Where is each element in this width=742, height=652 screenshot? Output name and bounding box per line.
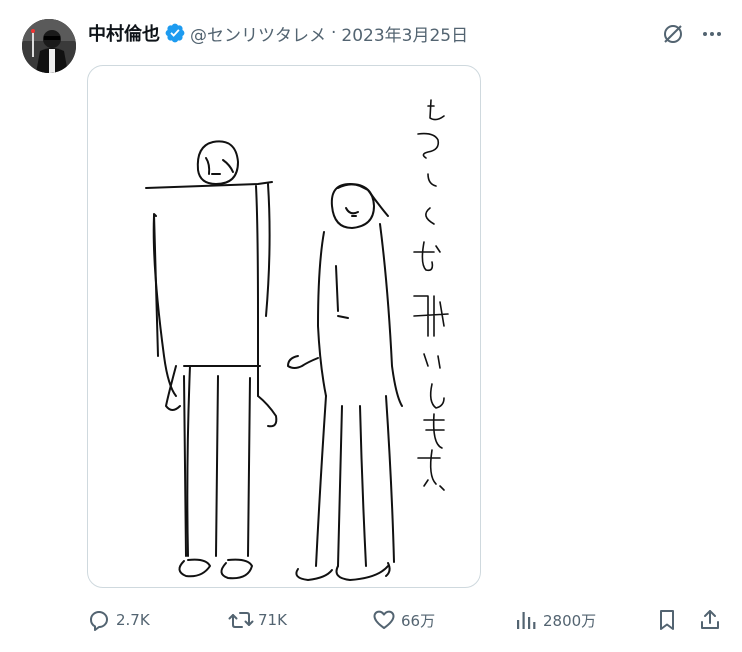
more-icon[interactable] <box>698 21 726 47</box>
like-count: 66万 <box>401 611 436 630</box>
view-count: 2800万 <box>543 611 597 630</box>
retweet-count: 71K <box>258 611 287 629</box>
tweet-image[interactable] <box>87 65 481 588</box>
retweet-icon <box>228 607 254 633</box>
like-button[interactable]: 66万 <box>371 604 435 636</box>
drawing-illustration <box>145 99 449 581</box>
views-button[interactable]: 2800万 <box>513 604 596 636</box>
avatar[interactable] <box>22 19 76 73</box>
grok-icon[interactable] <box>660 21 686 47</box>
handwritten-message <box>413 99 449 491</box>
tweet: 中村倫也 @センリツタレメ · 2023年3月25日 2.7K 71K 66万 … <box>0 0 742 652</box>
action-bar: 2.7K 71K 66万 2800万 <box>0 604 742 636</box>
reply-count: 2.7K <box>116 611 150 629</box>
views-icon <box>513 607 539 633</box>
retweet-button[interactable]: 71K <box>228 604 287 636</box>
reply-icon <box>86 607 112 633</box>
reply-button[interactable]: 2.7K <box>86 604 150 636</box>
bookmark-button[interactable] <box>654 604 680 636</box>
header-separator: · <box>331 23 337 43</box>
share-button[interactable] <box>697 604 723 636</box>
bookmark-icon <box>654 607 680 633</box>
tweet-date[interactable]: 2023年3月25日 <box>341 21 468 46</box>
tall-figure <box>145 140 278 580</box>
heart-icon <box>371 607 397 633</box>
author-display-name[interactable]: 中村倫也 <box>88 20 160 46</box>
tweet-header: 中村倫也 @センリツタレメ · 2023年3月25日 <box>88 20 468 46</box>
avatar-image <box>22 19 76 73</box>
verified-badge-icon <box>164 22 186 44</box>
short-figure <box>287 183 403 581</box>
author-handle[interactable]: @センリツタレメ <box>190 21 326 46</box>
share-icon <box>697 607 723 633</box>
